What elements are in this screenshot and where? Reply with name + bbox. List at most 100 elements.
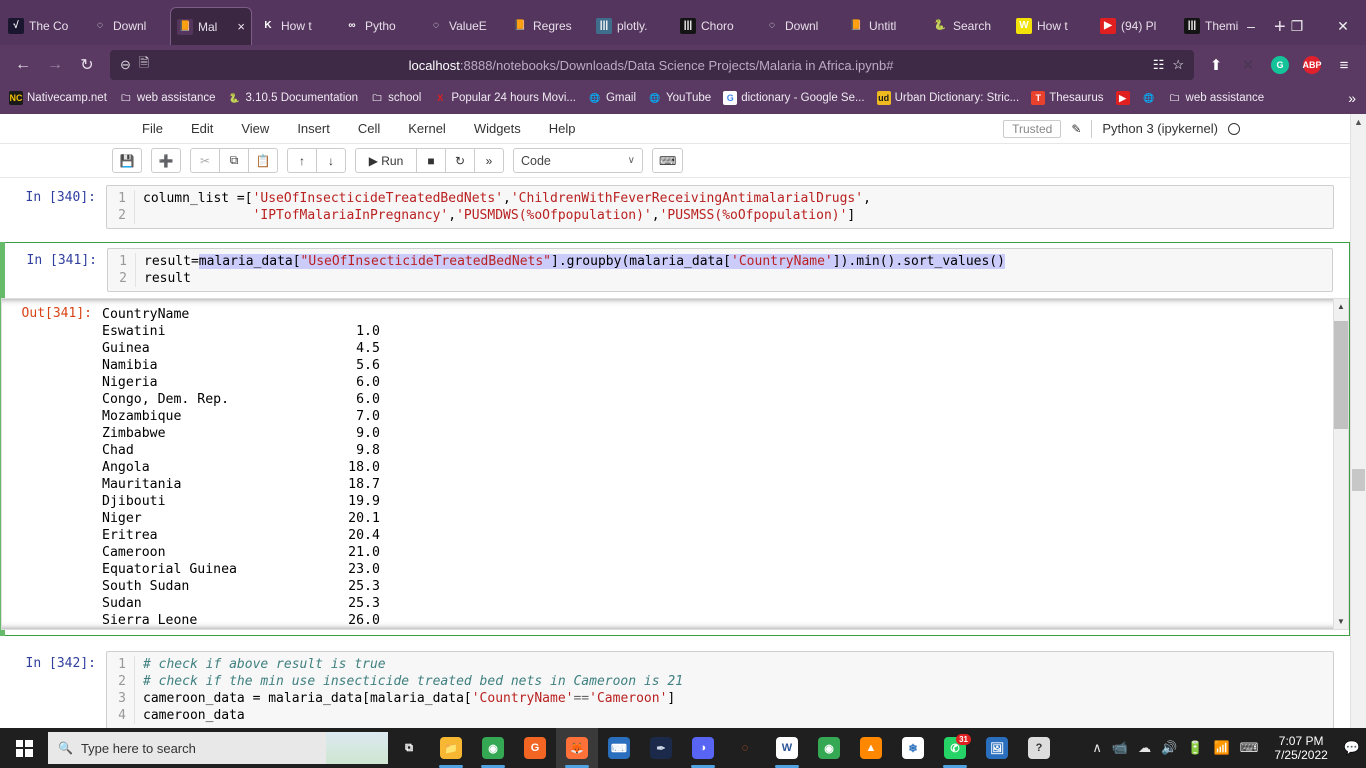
word-icon[interactable]: W — [766, 728, 808, 768]
browser-tab[interactable]: ∞ Pytho — [338, 7, 420, 45]
notebook-cell-selected[interactable]: In [341]: 12 result=malaria_data["UseOfI… — [0, 242, 1350, 636]
move-cell-up-button[interactable]: ↑ — [287, 148, 317, 173]
jupyter-menu-help[interactable]: Help — [535, 121, 590, 136]
forward-button[interactable]: → — [40, 50, 70, 80]
volume-icon[interactable]: 🔊 — [1161, 740, 1177, 756]
loading-app-icon[interactable]: ◌ — [724, 728, 766, 768]
notifications-icon[interactable]: 💬 — [1344, 740, 1360, 756]
output-scrollbar[interactable]: ▲ ▼ — [1333, 299, 1348, 629]
tab-close-icon[interactable]: × — [237, 19, 245, 34]
vlc-icon[interactable]: ▲ — [850, 728, 892, 768]
wifi-icon[interactable]: 📶 — [1213, 740, 1229, 756]
back-button[interactable]: ← — [8, 50, 38, 80]
code-editor[interactable]: 12 result=malaria_data["UseOfInsecticide… — [107, 248, 1333, 292]
scroll-up-arrow-icon[interactable]: ▲ — [1334, 299, 1348, 314]
drawing-app-icon[interactable]: ✒ — [640, 728, 682, 768]
adblock-plus-icon[interactable]: ABP — [1298, 50, 1326, 80]
snowflake-app-icon[interactable]: ❄ — [892, 728, 934, 768]
start-button[interactable] — [0, 728, 48, 768]
x-extension-icon[interactable]: ✕ — [1234, 50, 1262, 80]
copy-button[interactable]: ⧉ — [219, 148, 249, 173]
photos-icon[interactable]: 🖼 — [976, 728, 1018, 768]
bookmark-item[interactable]: NC Nativecamp.net — [4, 89, 112, 107]
close-window-button[interactable]: ✕ — [1320, 11, 1366, 41]
firefox-icon[interactable]: 🦊 — [556, 728, 598, 768]
bookmark-star-icon[interactable]: ☆ — [1172, 57, 1184, 73]
insert-cell-button[interactable]: ➕ — [151, 148, 181, 173]
bookmark-item[interactable]: 🌐 YouTube — [643, 89, 716, 107]
browser-tab[interactable]: ▶ (94) Pl — [1094, 7, 1176, 45]
bookmark-item[interactable]: 🌐 — [1137, 89, 1161, 107]
bookmark-item[interactable]: T Thesaurus — [1026, 89, 1108, 107]
maximize-button[interactable]: ❐ — [1274, 11, 1320, 41]
bookmark-item[interactable]: Gdictionary - Google Se... — [718, 89, 869, 107]
run-button[interactable]: ▶ Run — [355, 148, 417, 173]
bookmark-item[interactable]: ud Urban Dictionary: Stric... — [872, 89, 1025, 107]
notebook-cell[interactable]: In [342]: 1 2 3 4 # check if above result i… — [0, 646, 1350, 728]
help-icon[interactable]: ? — [1018, 728, 1060, 768]
clock[interactable]: 7:07 PM 7/25/2022 — [1268, 734, 1333, 762]
whatsapp-icon[interactable]: ✆ 31 — [934, 728, 976, 768]
bookmark-item[interactable]: 🌐 Gmail — [583, 89, 641, 107]
browser-tab[interactable]: √ The Co — [2, 7, 84, 45]
scroll-down-arrow-icon[interactable]: ▼ — [1334, 614, 1348, 629]
code-editor[interactable]: 1 2 3 4 # check if above result is true # c… — [106, 651, 1334, 728]
cell-output[interactable]: Out[341]: CountryName Eswatini 1.0 Guine… — [1, 298, 1349, 630]
scrollbar-thumb[interactable] — [1334, 321, 1348, 429]
browser-tab[interactable]: 📙 Untitl — [842, 7, 924, 45]
bookmark-item[interactable]: 🐍 3.10.5 Documentation — [223, 89, 364, 107]
keyboard-layout-icon[interactable]: ⌨ — [1240, 740, 1259, 756]
reload-button[interactable]: ↻ — [72, 50, 102, 80]
bookmark-item[interactable]: 🗀 web assistance — [114, 89, 221, 107]
code-editor[interactable]: 12 column_list =['UseOfInsecticideTreate… — [106, 185, 1334, 229]
bookmark-item[interactable]: ▶ — [1111, 89, 1135, 107]
command-palette-button[interactable]: ⌨ — [652, 148, 684, 173]
minimize-button[interactable]: – — [1228, 11, 1274, 41]
jupyter-menu-view[interactable]: View — [227, 121, 283, 136]
pocket-icon[interactable]: ⬆ — [1202, 50, 1230, 80]
browser-tab[interactable]: W How t — [1010, 7, 1092, 45]
jupyter-menu-insert[interactable]: Insert — [283, 121, 344, 136]
browser-tab[interactable]: 🐍 Search — [926, 7, 1008, 45]
reader-mode-icon[interactable]: ☷ — [1153, 57, 1165, 73]
page-scroll-up-icon[interactable]: ▲ — [1351, 114, 1366, 130]
jupyter-menu-cell[interactable]: Cell — [344, 121, 394, 136]
browser-tab[interactable]: ||| Choro — [674, 7, 756, 45]
browser-tab[interactable]: ◌ Downl — [758, 7, 840, 45]
battery-icon[interactable]: 🔋 — [1187, 740, 1203, 756]
bookmarks-overflow-button[interactable]: » — [1348, 90, 1362, 106]
browser-tab[interactable]: 📙 Mal × — [170, 7, 252, 45]
meet-icon[interactable]: 📹 — [1112, 740, 1128, 756]
bookmark-item[interactable]: X Popular 24 hours Movi... — [428, 89, 581, 107]
file-explorer-icon[interactable]: 📁 — [430, 728, 472, 768]
onedrive-icon[interactable]: ☁ — [1138, 740, 1151, 756]
browser-profile-icon[interactable]: ◉ — [808, 728, 850, 768]
restart-and-run-all-button[interactable]: » — [474, 148, 504, 173]
interrupt-kernel-button[interactable]: ■ — [416, 148, 446, 173]
browser-tab[interactable]: 📙 Regres — [506, 7, 588, 45]
chrome-icon[interactable]: ◉ — [472, 728, 514, 768]
cell-type-select[interactable]: Code ∨ — [513, 148, 643, 173]
bookmark-item[interactable]: 🗀 school — [365, 89, 426, 107]
tray-overflow-icon[interactable]: ∧ — [1092, 740, 1102, 756]
edit-icon[interactable]: ✎ — [1071, 122, 1081, 136]
jupyter-menu-edit[interactable]: Edit — [177, 121, 227, 136]
taskbar-search-input[interactable]: 🔍 Type here to search — [48, 732, 388, 764]
grammarly-icon[interactable]: G — [1266, 50, 1294, 80]
browser-tab[interactable]: ◌ Downl — [86, 7, 168, 45]
browser-tab[interactable]: ||| plotly. — [590, 7, 672, 45]
jupyter-menu-widgets[interactable]: Widgets — [460, 121, 535, 136]
bookmark-item[interactable]: 🗀 web assistance — [1163, 89, 1270, 107]
page-scrollbar[interactable]: ▲ — [1350, 114, 1366, 728]
jupyter-menu-file[interactable]: File — [128, 121, 177, 136]
address-bar[interactable]: ⊖ 🗎 localhost:8888/notebooks/Downloads/D… — [110, 50, 1194, 80]
paste-button[interactable]: 📋 — [248, 148, 278, 173]
remote-desktop-icon[interactable]: ⌨ — [598, 728, 640, 768]
menu-icon[interactable]: ≡ — [1330, 50, 1358, 80]
browser-tab[interactable]: K How t — [254, 7, 336, 45]
notebook-cell[interactable]: In [340]: 12 column_list =['UseOfInsecti… — [0, 180, 1350, 234]
save-button[interactable]: 💾 — [112, 148, 142, 173]
restart-kernel-button[interactable]: ↻ — [445, 148, 475, 173]
pdf-editor-icon[interactable]: G — [514, 728, 556, 768]
jupyter-menu-kernel[interactable]: Kernel — [394, 121, 460, 136]
